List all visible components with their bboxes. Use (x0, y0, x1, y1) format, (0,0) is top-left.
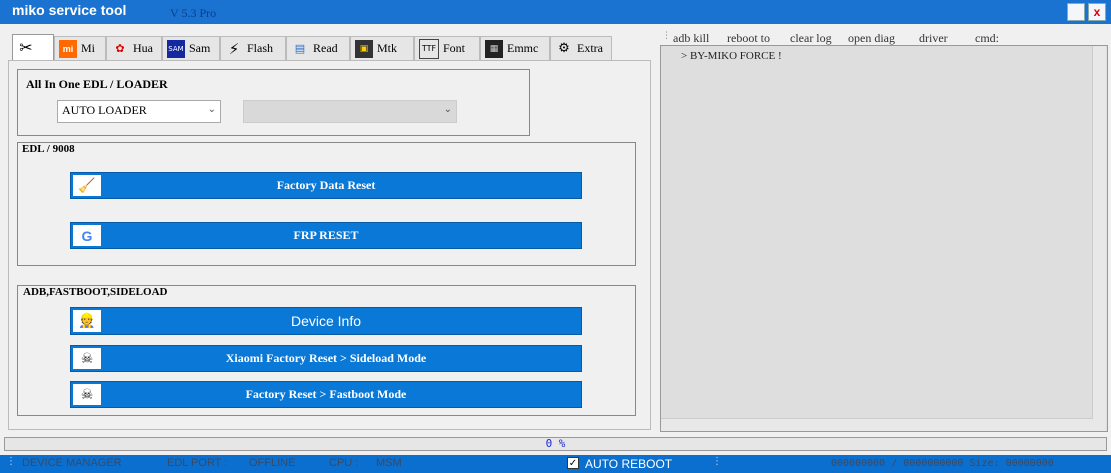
google-icon: G (73, 225, 101, 246)
loader-select[interactable]: AUTO LOADER ⌄ (57, 100, 221, 123)
secondary-select[interactable]: ⌄ (243, 100, 457, 123)
tab-sam[interactable]: SAM Sam (162, 36, 220, 60)
checkmark-icon: ✓ (568, 458, 578, 469)
edl-loader-label: All In One EDL / LOADER (26, 77, 168, 91)
chevron-down-icon: ⌄ (207, 104, 216, 115)
cmd-menu[interactable]: cmd: (975, 31, 999, 46)
cpu-label: CPU : (329, 457, 359, 469)
tab-mtk[interactable]: ▣ Mtk (350, 36, 414, 60)
reboot-to-menu[interactable]: reboot to (727, 31, 770, 46)
tab-emmc[interactable]: ▦ Emmc (480, 36, 550, 60)
font-file-icon: TTF (419, 38, 439, 59)
cpu-value: MSM (376, 457, 402, 469)
horizontal-scrollbar[interactable] (661, 418, 1093, 431)
app-title: miko service tool (12, 2, 127, 18)
auto-reboot-label: AUTO REBOOT (585, 457, 673, 471)
grip-icon: ⋮ (6, 456, 16, 467)
connection-status: OFFLINE (249, 457, 296, 469)
mi-logo-icon: mi (59, 39, 77, 58)
vertical-scrollbar[interactable] (1092, 46, 1106, 431)
chevron-down-icon: ⌄ (443, 104, 452, 115)
title-bar (0, 0, 1111, 24)
frp-reset-button[interactable]: G FRP RESET (70, 222, 582, 249)
open-diag-menu[interactable]: open diag (848, 31, 895, 46)
clear-log-menu[interactable]: clear log (790, 31, 832, 46)
minimize-button[interactable] (1067, 3, 1085, 21)
samsung-logo-icon: SAM (167, 39, 185, 58)
broom-icon: 🧹 (73, 175, 101, 196)
adb-kill-menu[interactable]: adb kill (673, 31, 709, 46)
log-line: > BY-MIKO FORCE ! (681, 50, 782, 62)
skull-icon: ☠ (73, 348, 101, 369)
fastboot-reset-button[interactable]: ☠ Factory Reset > Fastboot Mode (70, 381, 582, 408)
tab-mi[interactable]: mi Mi (54, 36, 106, 60)
emmc-chip-icon: ▦ (485, 39, 503, 58)
size-counter: 000000000 / 0000000000 Size: 00000000 (831, 458, 1054, 469)
edl-port-label: EDL PORT : (167, 457, 228, 469)
tab-hua[interactable]: ✿ Hua (106, 36, 162, 60)
progress-text: 0 % (545, 437, 566, 450)
close-icon: x (1093, 5, 1101, 19)
app-version: V 5.3 Pro (170, 6, 217, 20)
grip-icon: ⋮ (712, 456, 722, 467)
lightning-icon: ⚡ (228, 39, 240, 58)
tab-read[interactable]: ▤ Read (286, 36, 350, 60)
tools-icon: ✂ (19, 38, 33, 57)
tab-extra[interactable]: ⚙ Extra (550, 36, 612, 60)
log-area[interactable]: > BY-MIKO FORCE ! (660, 45, 1108, 432)
extra-icon: ⚙ (558, 40, 570, 56)
device-info-button[interactable]: 👷 Device Info (70, 307, 582, 335)
database-icon: ▤ (294, 41, 306, 55)
edl-9008-label: EDL / 9008 (22, 143, 75, 155)
huawei-logo-icon: ✿ (115, 41, 125, 55)
xiaomi-sideload-reset-button[interactable]: ☠ Xiaomi Factory Reset > Sideload Mode (70, 345, 582, 372)
technician-icon: 👷 (73, 310, 101, 332)
driver-menu[interactable]: driver (919, 31, 948, 46)
grip-icon: ⋮ (662, 31, 671, 41)
close-button[interactable]: x (1088, 3, 1106, 21)
skull-icon: ☠ (73, 384, 101, 405)
factory-data-reset-button[interactable]: 🧹 Factory Data Reset (70, 172, 582, 199)
tab-font[interactable]: TTF Font (414, 36, 480, 60)
chip-icon: ▣ (355, 39, 373, 58)
device-manager-button[interactable]: DEVICE MANAGER (22, 457, 122, 469)
adb-fastboot-label: ADB,FASTBOOT,SIDELOAD (23, 286, 168, 298)
auto-reboot-checkbox[interactable]: ✓ (567, 457, 579, 469)
progress-bar: 0 % (4, 437, 1107, 451)
tab-flash[interactable]: ⚡ Flash (220, 36, 286, 60)
tab-tools[interactable]: ✂ (12, 34, 54, 61)
